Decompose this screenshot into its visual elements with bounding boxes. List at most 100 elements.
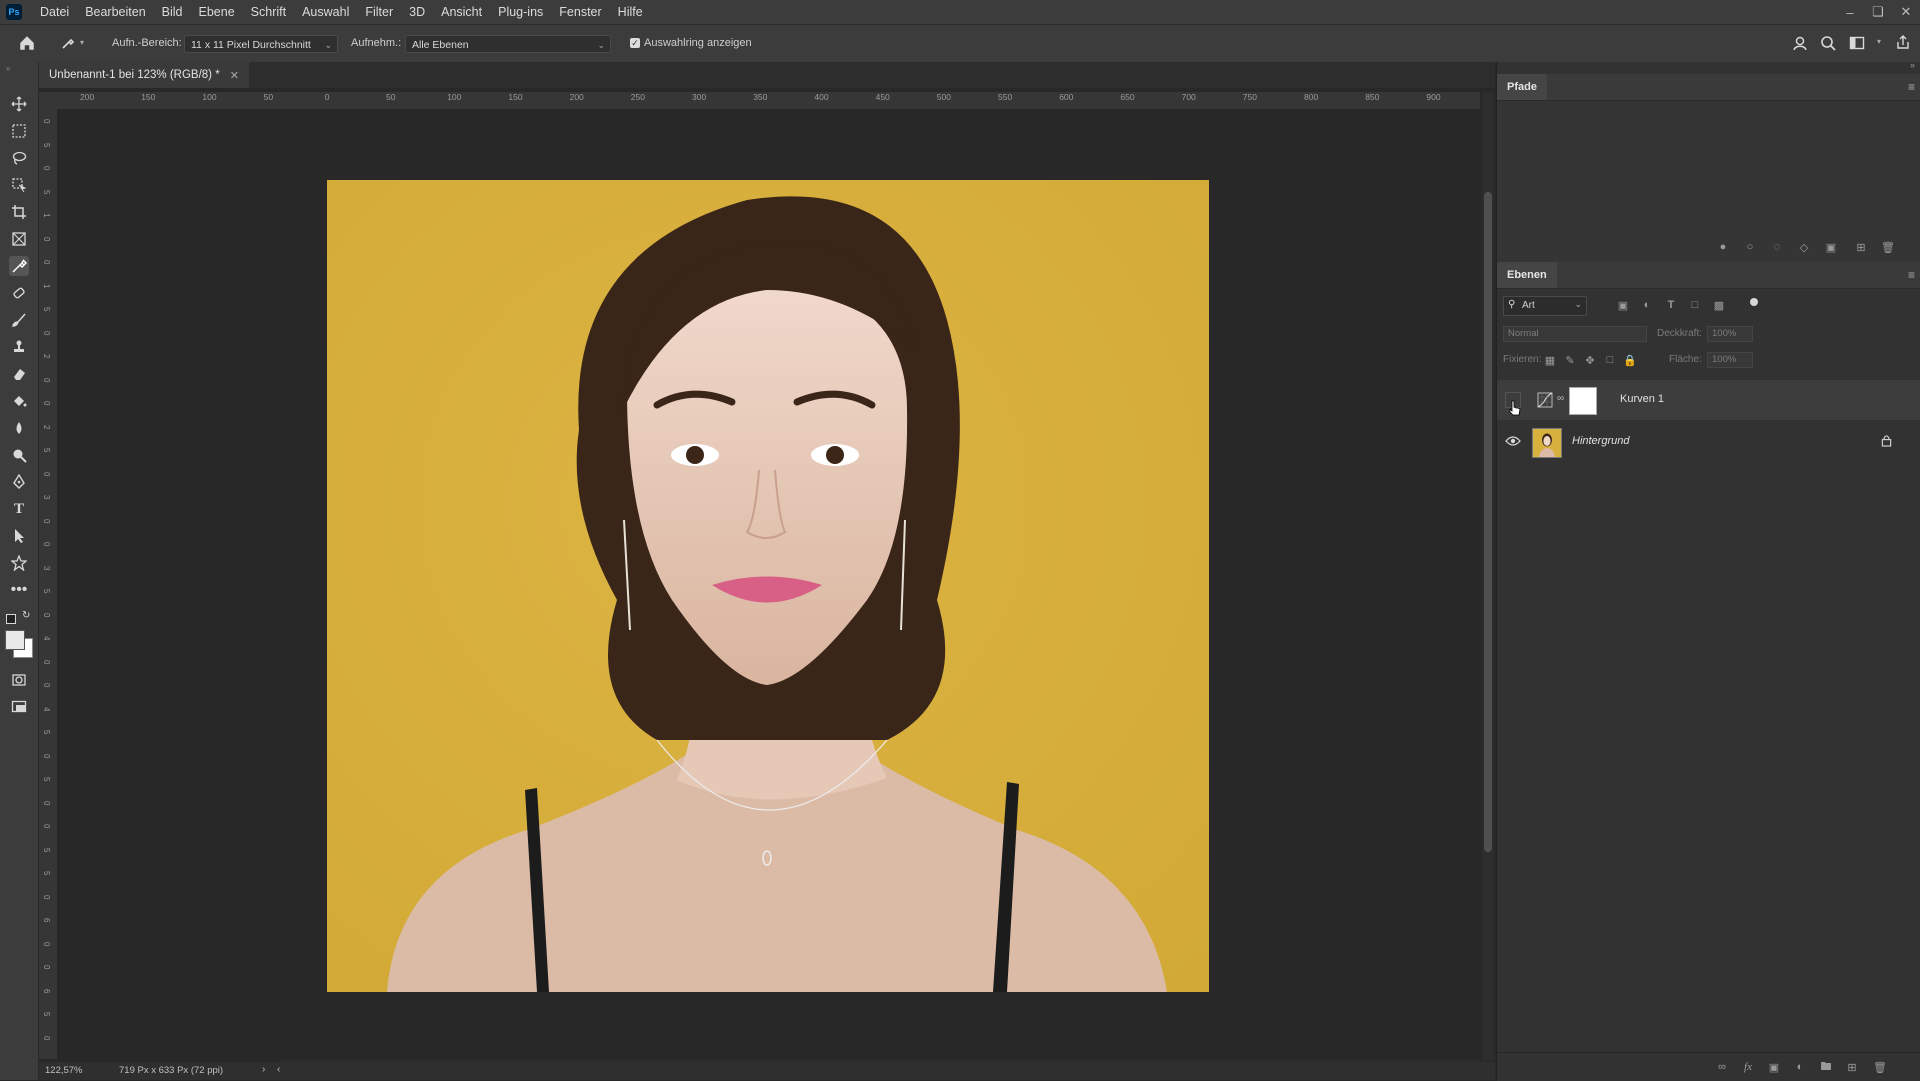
fill-field[interactable]: 100%	[1707, 352, 1753, 368]
add-mask-icon[interactable]: ▣	[1824, 240, 1838, 254]
document-image[interactable]	[327, 180, 1209, 992]
move-tool-icon[interactable]	[9, 94, 29, 114]
lock-image-pixels-icon[interactable]: ✎	[1563, 353, 1577, 367]
vertical-scrollbar[interactable]	[1482, 92, 1494, 1060]
collapse-panels-icon[interactable]: »	[1910, 60, 1915, 70]
eye-icon[interactable]	[1505, 435, 1521, 450]
home-icon[interactable]	[18, 34, 38, 54]
lock-artboard-icon[interactable]: □	[1603, 353, 1617, 367]
crop-tool-icon[interactable]	[9, 202, 29, 222]
layer-filter-select[interactable]: ⚲ Art ⌄	[1503, 296, 1587, 316]
filter-adjustment-layers-icon[interactable]: ◐	[1640, 298, 1654, 312]
object-selection-tool-icon[interactable]	[9, 175, 29, 195]
minimize-icon[interactable]: –	[1836, 5, 1864, 20]
layer-name-hintergrund[interactable]: Hintergrund	[1572, 435, 1629, 447]
brush-tool-icon[interactable]	[9, 310, 29, 330]
path-selection-tool-icon[interactable]	[9, 526, 29, 546]
filter-pixel-layers-icon[interactable]: ▣	[1616, 298, 1630, 312]
share-icon[interactable]	[1895, 34, 1911, 53]
workspace-icon[interactable]	[1849, 35, 1865, 54]
zoom-level[interactable]: 122,57%	[45, 1065, 83, 1076]
restore-icon[interactable]: ❏	[1864, 4, 1892, 20]
foreground-color-swatch[interactable]	[5, 630, 25, 650]
swap-colors-icon[interactable]: ↻	[22, 610, 30, 621]
frame-tool-icon[interactable]	[9, 229, 29, 249]
fill-path-icon[interactable]: ●	[1716, 240, 1730, 254]
vertical-scroll-thumb[interactable]	[1484, 192, 1492, 852]
menu-filter[interactable]: Filter	[357, 0, 401, 24]
sample-size-select[interactable]: 11 x 11 Pixel Durchschnitt ⌄	[184, 35, 338, 53]
dodge-tool-icon[interactable]	[9, 445, 29, 465]
menu-hilfe[interactable]: Hilfe	[610, 0, 651, 24]
layer-style-fx-icon[interactable]: fx	[1741, 1060, 1755, 1074]
menu-auswahl[interactable]: Auswahl	[294, 0, 357, 24]
collapse-toolbar-icon[interactable]: »	[6, 64, 10, 73]
menu-schrift[interactable]: Schrift	[243, 0, 294, 24]
clone-stamp-tool-icon[interactable]	[9, 337, 29, 357]
filter-toggle-icon[interactable]	[1750, 298, 1758, 306]
add-layer-mask-icon[interactable]: ▣	[1767, 1060, 1781, 1074]
menu-bild[interactable]: Bild	[154, 0, 191, 24]
workspace-chevron-icon[interactable]: ▾	[1877, 37, 1881, 46]
marquee-tool-icon[interactable]	[9, 121, 29, 141]
eraser-tool-icon[interactable]	[9, 364, 29, 384]
paths-panel-menu-icon[interactable]: ≡	[1908, 80, 1915, 94]
paint-bucket-tool-icon[interactable]	[9, 391, 29, 411]
layer-row-hintergrund[interactable]: Hintergrund	[1497, 422, 1920, 462]
tab-layers[interactable]: Ebenen	[1497, 262, 1557, 288]
account-icon[interactable]	[1792, 35, 1808, 54]
eyedropper-tool-icon[interactable]	[9, 256, 29, 276]
menu-bearbeiten[interactable]: Bearbeiten	[77, 0, 153, 24]
stroke-path-icon[interactable]: ○	[1743, 240, 1757, 254]
quick-mask-icon[interactable]	[9, 670, 29, 690]
lock-position-icon[interactable]: ✥	[1583, 353, 1597, 367]
status-expand-icon[interactable]: ›	[262, 1064, 265, 1075]
menu-fenster[interactable]: Fenster	[551, 0, 609, 24]
make-work-path-icon[interactable]: ◇	[1797, 240, 1811, 254]
healing-brush-tool-icon[interactable]	[9, 283, 29, 303]
lock-all-icon[interactable]: 🔒	[1623, 353, 1637, 367]
close-icon[interactable]: ✕	[1892, 4, 1920, 20]
shape-tool-icon[interactable]	[9, 553, 29, 573]
search-icon[interactable]	[1820, 35, 1836, 54]
pen-tool-icon[interactable]	[9, 472, 29, 492]
layer-mask-link-icon[interactable]: ∞	[1557, 393, 1564, 404]
preset-chevron-icon[interactable]: ▾	[80, 38, 84, 47]
layers-panel-menu-icon[interactable]: ≡	[1908, 268, 1915, 282]
close-tab-icon[interactable]: ✕	[230, 69, 239, 82]
lock-icon[interactable]	[1881, 434, 1892, 450]
scroll-left-icon[interactable]: ‹	[277, 1064, 280, 1075]
sample-layers-select[interactable]: Alle Ebenen ⌄	[405, 35, 611, 53]
delete-path-icon[interactable]: 🗑	[1881, 240, 1895, 254]
layer-row-kurven-1[interactable]: ∞ Kurven 1	[1497, 380, 1920, 420]
lock-transparent-pixels-icon[interactable]: ▦	[1543, 353, 1557, 367]
blend-mode-select[interactable]: Normal	[1503, 326, 1647, 342]
filter-shape-layers-icon[interactable]: □	[1688, 298, 1702, 312]
load-path-selection-icon[interactable]: ◌	[1770, 240, 1784, 254]
new-adjustment-layer-icon[interactable]: ◐	[1793, 1060, 1807, 1074]
layer-mask-thumbnail[interactable]	[1569, 387, 1597, 415]
layer-thumbnail-hintergrund[interactable]	[1532, 428, 1562, 458]
more-tools-icon[interactable]: •••	[9, 580, 29, 600]
filter-type-layers-icon[interactable]: T	[1664, 298, 1678, 312]
show-sampling-ring-checkbox[interactable]: ✓	[630, 38, 640, 48]
tab-paths[interactable]: Pfade	[1497, 74, 1547, 100]
menu-ansicht[interactable]: Ansicht	[433, 0, 490, 24]
eyedropper-tool-preset-icon[interactable]	[60, 35, 78, 53]
new-layer-icon[interactable]: ⊞	[1845, 1060, 1859, 1074]
filter-smart-objects-icon[interactable]: ▩	[1712, 298, 1726, 312]
menu-ebene[interactable]: Ebene	[191, 0, 243, 24]
layer-name-kurven-1[interactable]: Kurven 1	[1620, 393, 1664, 405]
menu-3d[interactable]: 3D	[401, 0, 433, 24]
lasso-tool-icon[interactable]	[9, 148, 29, 168]
type-tool-icon[interactable]: T	[9, 499, 29, 519]
new-group-icon[interactable]: 🖿	[1819, 1060, 1833, 1074]
new-path-icon[interactable]: ⊞	[1854, 240, 1868, 254]
delete-layer-icon[interactable]: 🗑	[1873, 1060, 1887, 1074]
opacity-field[interactable]: 100%	[1707, 326, 1753, 342]
default-colors-icon[interactable]	[6, 614, 16, 624]
screen-mode-icon[interactable]	[9, 697, 29, 717]
document-tab[interactable]: Unbenannt-1 bei 123% (RGB/8) * ✕	[39, 62, 249, 88]
blur-tool-icon[interactable]	[9, 418, 29, 438]
link-layers-icon[interactable]: ∞	[1715, 1060, 1729, 1074]
